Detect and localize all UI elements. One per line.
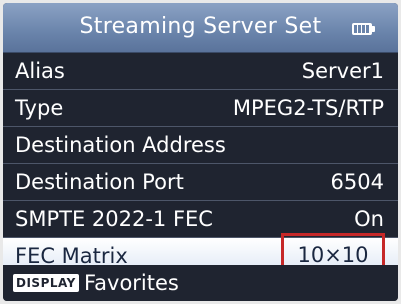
menu-item-label: Type xyxy=(15,96,64,120)
page-title: Streaming Server Set xyxy=(79,14,322,39)
menu-item-type[interactable]: Type MPEG2-TS/RTP xyxy=(3,90,398,127)
menu-item-value: 10×10 xyxy=(297,243,369,267)
device-frame: Streaming Server Set Alias Server1 Type … xyxy=(0,0,401,304)
title-bar: Streaming Server Set xyxy=(3,3,398,53)
favorites-label: Favorites xyxy=(84,271,179,295)
footer-bar: DISPLAY Favorites xyxy=(3,265,398,301)
battery-icon xyxy=(352,23,376,35)
menu-item-destination-port[interactable]: Destination Port 6504 xyxy=(3,164,398,201)
menu-item-label: Destination Port xyxy=(15,170,184,194)
menu-item-value: MPEG2-TS/RTP xyxy=(232,96,384,120)
menu-item-alias[interactable]: Alias Server1 xyxy=(3,53,398,90)
menu-item-value: 6504 xyxy=(330,170,384,194)
menu-item-value: Server1 xyxy=(301,59,384,83)
menu-item-value: On xyxy=(354,207,384,231)
menu-item-label: SMPTE 2022-1 FEC xyxy=(15,207,213,231)
menu-item-label: Destination Address xyxy=(15,133,226,157)
menu-screen: Streaming Server Set Alias Server1 Type … xyxy=(3,3,398,301)
menu-list: Alias Server1 Type MPEG2-TS/RTP Destinat… xyxy=(3,53,398,277)
display-button-icon[interactable]: DISPLAY xyxy=(13,274,79,292)
menu-item-destination-address[interactable]: Destination Address xyxy=(3,127,398,164)
menu-item-label: Alias xyxy=(15,59,65,83)
